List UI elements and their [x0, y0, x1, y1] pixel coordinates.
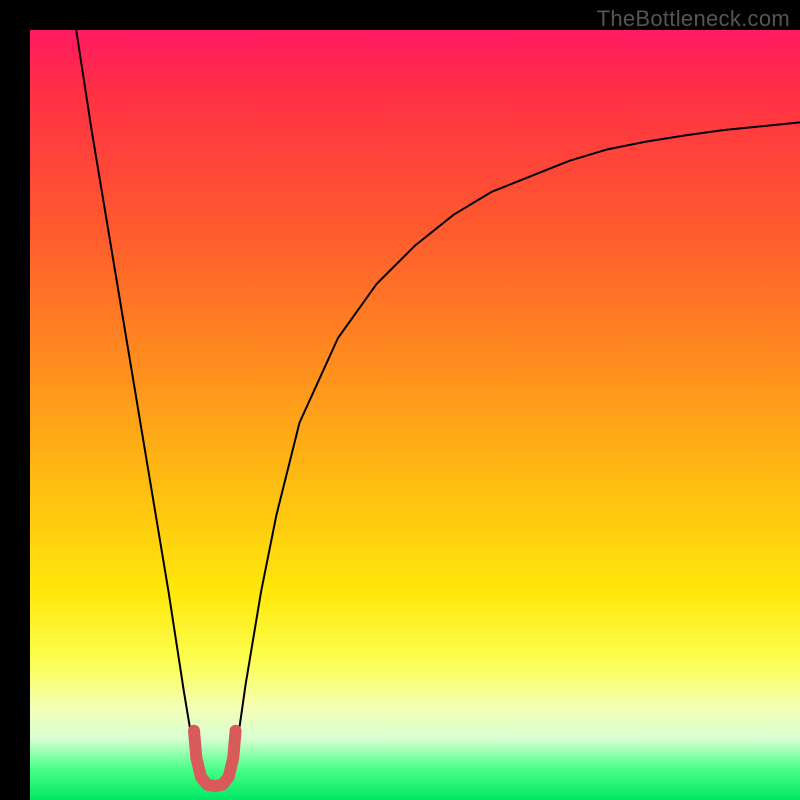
optimal-u-marker: [194, 731, 236, 786]
chart-frame: TheBottleneck.com: [0, 0, 800, 800]
watermark-text: TheBottleneck.com: [597, 6, 790, 32]
chart-svg: [30, 30, 800, 800]
plot-area: [30, 30, 800, 800]
bottleneck-curve: [76, 30, 800, 785]
